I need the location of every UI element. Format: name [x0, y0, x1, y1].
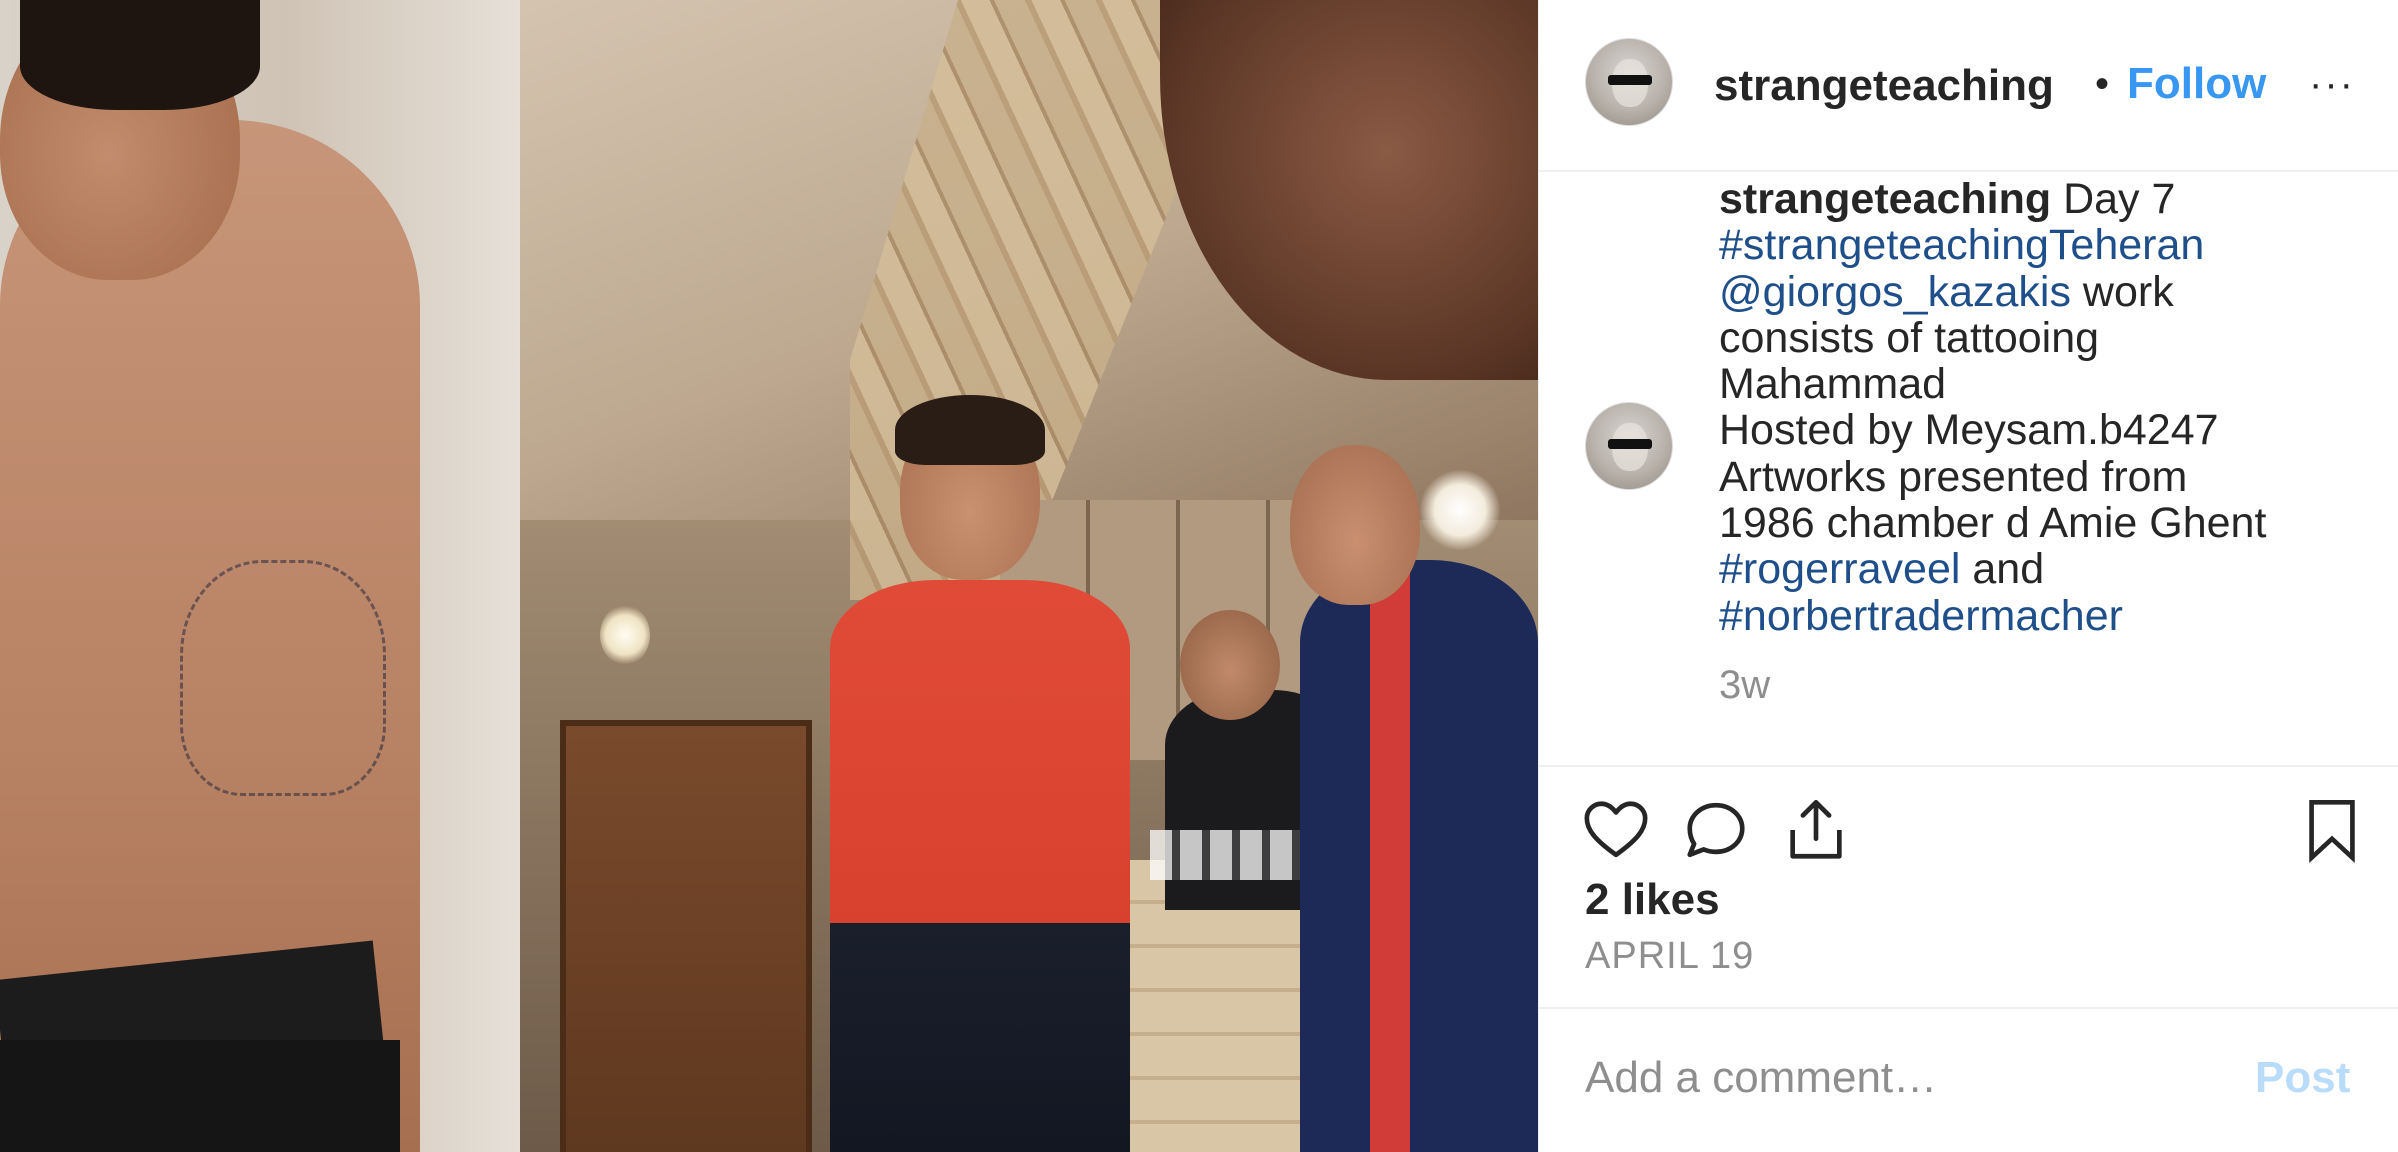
- photo-person-red-shirt-hair: [895, 395, 1045, 465]
- avatar-sunglasses: [1608, 75, 1652, 85]
- photo-person-black-shirt-head: [1180, 610, 1280, 720]
- more-options-icon[interactable]: ···: [2309, 60, 2355, 108]
- caption-line: Artworks presented from: [1719, 452, 2188, 501]
- photo-pendant-lamp: [1420, 470, 1500, 550]
- caption-line: consists of tattooing: [1719, 313, 2100, 362]
- caption-line: Mahammad: [1719, 360, 1947, 409]
- photo-person-jersey: [1300, 560, 1538, 1152]
- hashtag-link[interactable]: #norbertradermacher: [1719, 592, 2123, 640]
- post-sidebar: strangeteaching • Follow ··· strangeteac…: [1538, 0, 2398, 1152]
- comment-input[interactable]: [1585, 1043, 2205, 1113]
- share-icon[interactable]: [1781, 795, 1851, 865]
- heart-icon[interactable]: [1581, 795, 1651, 865]
- comment-icon-graphic: [1687, 802, 1745, 858]
- caption-line: strangeteaching Day 7: [1719, 176, 2379, 222]
- photo-person-tattooed-hair: [20, 0, 260, 110]
- action-bar: 2 likes APRIL 19: [1539, 767, 2398, 1007]
- follow-button[interactable]: Follow: [2127, 56, 2266, 112]
- caption-timestamp[interactable]: 3w: [1719, 663, 1770, 708]
- comment-composer: Post: [1539, 1009, 2398, 1152]
- bookmark-icon[interactable]: [2297, 795, 2367, 865]
- post-photo[interactable]: [0, 0, 1538, 1152]
- bookmark-icon-graphic: [2309, 799, 2355, 864]
- share-icon-graphic: [1790, 799, 1842, 859]
- photo-person-red-shirt: [830, 580, 1130, 1152]
- caption-line: #strangeteachingTeheran: [1719, 222, 2379, 268]
- post-comment-button[interactable]: Post: [2255, 1053, 2350, 1103]
- caption-line: #rogerraveel and: [1719, 546, 2379, 592]
- post-header: strangeteaching • Follow ···: [1539, 0, 2398, 172]
- mention-link[interactable]: @giorgos_kazakis: [1719, 268, 2071, 316]
- comment-icon[interactable]: [1681, 795, 1751, 865]
- caption-text-run: and: [1960, 545, 2045, 594]
- author-avatar[interactable]: [1585, 38, 1673, 126]
- header-separator-dot: •: [2095, 62, 2110, 106]
- caption-line: Hosted by Meysam.b4247: [1719, 406, 2219, 455]
- caption-line: #norbertradermacher: [1719, 593, 2379, 639]
- photo-pants: [0, 1040, 400, 1152]
- caption-section: strangeteaching Day 7 #strangeteachingTe…: [1539, 170, 2398, 765]
- likes-count[interactable]: 2 likes: [1585, 875, 1720, 925]
- hashtag-link[interactable]: #rogerraveel: [1719, 545, 1960, 593]
- author-username[interactable]: strangeteaching: [1714, 58, 2084, 114]
- photo-person-jersey-head: [1290, 445, 1420, 605]
- caption-text-run: Day 7: [2051, 175, 2176, 223]
- caption-line: 1986 chamber d Amie Ghent: [1719, 499, 2267, 548]
- caption-text-run: work: [2070, 267, 2174, 316]
- avatar-sunglasses: [1608, 439, 1652, 449]
- hashtag-link[interactable]: #strangeteachingTeheran: [1719, 221, 2204, 269]
- post-date[interactable]: APRIL 19: [1585, 935, 1754, 978]
- caption-line: @giorgos_kazakis work: [1719, 267, 2379, 316]
- caption-text: strangeteaching Day 7 #strangeteachingTe…: [1719, 176, 2379, 639]
- photo-ceiling-lamp: [600, 605, 650, 665]
- photo-tattoo: [180, 560, 386, 796]
- caption-author-avatar[interactable]: [1585, 402, 1673, 490]
- photo-door: [560, 720, 812, 1152]
- heart-icon-graphic: [1584, 801, 1648, 858]
- caption-username[interactable]: strangeteaching: [1719, 175, 2051, 223]
